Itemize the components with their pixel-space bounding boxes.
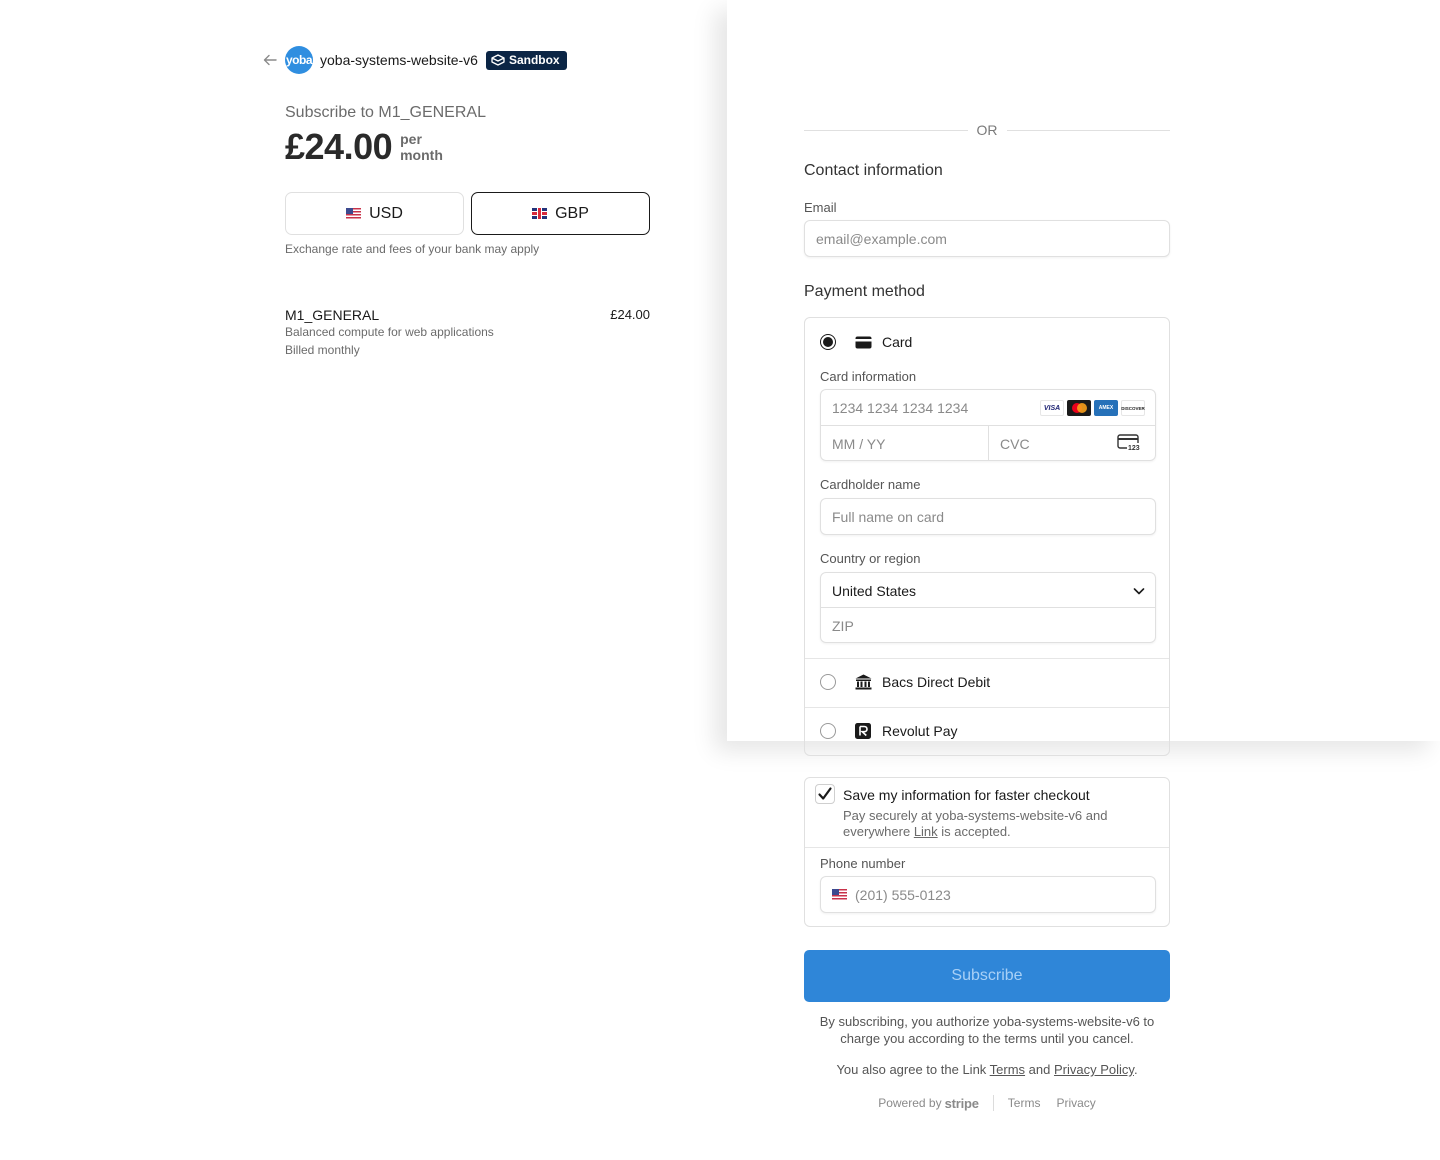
discover-icon: DISCOVER <box>1121 400 1145 416</box>
sandbox-badge: Sandbox <box>485 50 567 70</box>
powered-by-text: Powered by <box>878 1096 942 1110</box>
card-number-input[interactable]: 1234 1234 1234 1234 <box>832 390 968 425</box>
country-zip-group: United States ZIP <box>820 572 1156 643</box>
or-divider: OR <box>804 122 1170 138</box>
revolut-label: Revolut Pay <box>882 723 958 739</box>
payment-option-card[interactable]: Card <box>805 332 1169 352</box>
footer-privacy-link[interactable]: Privacy <box>1056 1096 1095 1110</box>
save-info-title: Save my information for faster checkout <box>843 787 1090 803</box>
us-flag-icon <box>832 889 847 900</box>
bank-icon <box>854 674 872 690</box>
footer-terms-link[interactable]: Terms <box>1008 1096 1041 1110</box>
merchant-logo: yoba <box>285 46 313 74</box>
payment-method-list: Card Card information 1234 1234 1234 123… <box>804 317 1170 756</box>
link-link[interactable]: Link <box>914 824 938 839</box>
subscribe-title: Subscribe to M1_GENERAL <box>285 104 486 121</box>
price-interval: per month <box>400 131 443 163</box>
stripe-logo[interactable]: stripe <box>945 1096 979 1111</box>
zip-input[interactable]: ZIP <box>832 608 854 643</box>
checkmark-icon <box>818 787 832 800</box>
expiry-placeholder: MM / YY <box>832 435 886 452</box>
cvc-input[interactable]: CVC <box>1000 426 1030 461</box>
subscribe-button[interactable]: Subscribe <box>804 950 1170 1002</box>
sandbox-label: Sandbox <box>508 53 560 67</box>
amex-icon: AMEX <box>1094 400 1118 416</box>
cvc-card-icon: 123 <box>1117 434 1141 456</box>
cardholder-placeholder: Full name on card <box>832 508 945 525</box>
price-amount: £24.00 <box>285 126 393 167</box>
line-item-description: Balanced compute for web applications <box>285 325 494 339</box>
revolut-icon <box>854 723 872 739</box>
country-value: United States <box>832 582 917 599</box>
email-field[interactable]: email@example.com <box>804 220 1170 257</box>
card-radio[interactable] <box>820 334 836 350</box>
save-info-checkbox[interactable] <box>815 784 835 804</box>
exchange-rate-note: Exchange rate and fees of your bank may … <box>285 242 540 256</box>
price-row: £24.00 per month <box>285 126 443 168</box>
link-terms-text: You also agree to the Link Terms and Pri… <box>836 1062 1138 1077</box>
subscribe-label: Subscribe <box>951 967 1023 984</box>
authorize-text: By subscribing, you authorize yoba-syste… <box>819 1014 1155 1046</box>
contact-title: Contact information <box>804 162 943 179</box>
phone-label: Phone number <box>820 856 906 871</box>
zip-placeholder: ZIP <box>832 617 854 634</box>
card-info-label: Card information <box>820 369 917 384</box>
visa-icon: VISA <box>1040 400 1064 416</box>
currency-usd-label: USD <box>369 204 403 222</box>
currency-usd-button[interactable]: USD <box>285 192 464 235</box>
bacs-radio[interactable] <box>820 674 836 690</box>
link-save-panel: Save my information for faster checkout … <box>804 777 1170 927</box>
interval-label: month <box>400 147 443 163</box>
email-placeholder: email@example.com <box>816 230 947 247</box>
uk-flag-icon <box>532 208 548 219</box>
line-item-billing: Billed monthly <box>285 343 360 357</box>
sandbox-cube-icon <box>491 54 505 66</box>
payment-method-title: Payment method <box>804 283 925 300</box>
currency-gbp-button[interactable]: GBP <box>471 192 650 235</box>
link-terms-link[interactable]: Terms <box>990 1062 1025 1077</box>
merchant-header: yoba yoba-systems-website-v6 Sandbox <box>263 46 567 74</box>
country-label: Country or region <box>820 551 921 566</box>
bacs-label: Bacs Direct Debit <box>882 674 991 690</box>
revolut-radio[interactable] <box>820 723 836 739</box>
or-text: OR <box>976 122 998 138</box>
card-input-group: 1234 1234 1234 1234 VISA AMEX DISCOVER M… <box>820 389 1156 461</box>
card-label: Card <box>882 334 913 350</box>
phone-field[interactable]: (201) 555-0123 <box>820 876 1156 913</box>
payment-option-bacs[interactable]: Bacs Direct Debit <box>805 672 1169 692</box>
card-brands: VISA AMEX DISCOVER <box>1040 400 1145 416</box>
expiry-input[interactable]: MM / YY <box>832 426 885 461</box>
svg-text:123: 123 <box>1128 445 1140 451</box>
line-item-price: £24.00 <box>610 307 650 322</box>
currency-gbp-label: GBP <box>555 204 589 222</box>
email-label: Email <box>804 200 837 215</box>
footer: Powered by stripe Terms Privacy <box>804 1095 1170 1111</box>
cardholder-field[interactable]: Full name on card <box>820 498 1156 535</box>
country-select[interactable]: United States <box>832 573 916 608</box>
cvc-placeholder: CVC <box>1000 435 1030 452</box>
line-item-name: M1_GENERAL <box>285 307 380 323</box>
card-number-placeholder: 1234 1234 1234 1234 <box>832 399 969 416</box>
payment-option-revolut[interactable]: Revolut Pay <box>805 721 1169 741</box>
cardholder-label: Cardholder name <box>820 477 921 492</box>
chevron-down-icon[interactable] <box>1133 584 1145 602</box>
us-flag-icon <box>346 208 362 219</box>
per-label: per <box>400 131 422 147</box>
privacy-policy-link[interactable]: Privacy Policy <box>1054 1062 1134 1077</box>
phone-placeholder: (201) 555-0123 <box>855 886 951 903</box>
merchant-name: yoba-systems-website-v6 <box>320 52 478 68</box>
back-arrow-icon[interactable] <box>263 52 279 68</box>
save-info-description: Pay securely at yoba-systems-website-v6 … <box>843 808 1108 839</box>
mastercard-icon <box>1067 400 1091 416</box>
order-summary: yoba yoba-systems-website-v6 Sandbox Sub… <box>0 0 727 1160</box>
card-icon <box>854 336 872 349</box>
